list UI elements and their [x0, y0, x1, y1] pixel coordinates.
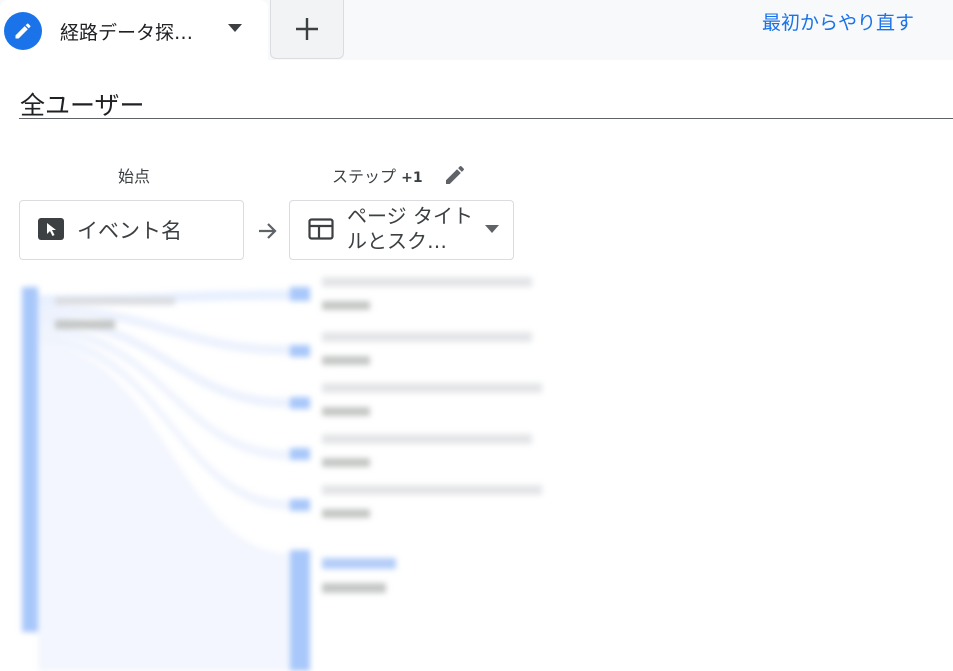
step-label-block-2 — [322, 332, 532, 342]
cursor-event-icon — [38, 218, 64, 240]
segment-title[interactable]: 全ユーザー — [20, 86, 145, 122]
pencil-icon-glyph — [15, 23, 31, 39]
step-label-block-4 — [322, 434, 532, 444]
more-value-block — [322, 583, 386, 593]
sankey-flows — [22, 277, 542, 671]
step-value-block-5 — [322, 509, 370, 518]
step-node-bar-more — [290, 550, 310, 671]
start-node-text-block — [55, 297, 175, 305]
plus-icon — [296, 18, 318, 40]
step-node-label: ページ タイトルとスク… — [347, 204, 473, 253]
edit-step-icon[interactable] — [443, 163, 467, 187]
step-node-selector[interactable]: ページ タイトルとスク… — [289, 200, 514, 260]
page-screen-icon — [308, 218, 334, 240]
start-node-selector[interactable]: イベント名 — [19, 200, 244, 260]
step-label-block-5 — [322, 485, 542, 495]
path-sankey-diagram — [0, 265, 953, 671]
step-dropdown-caret-icon — [485, 225, 499, 233]
tab-bar: 経路データ探… 最初からやり直す — [0, 0, 953, 60]
step-column-text: ステップ — [332, 167, 397, 186]
step-value-block-4 — [322, 458, 370, 467]
start-column-label: 始点 — [118, 167, 151, 186]
step-number: +1 — [401, 170, 423, 186]
step-label-block-3 — [322, 383, 542, 393]
step-column-label: ステップ +1 — [332, 163, 423, 187]
tab-dropdown-caret-icon[interactable] — [228, 24, 242, 32]
segment-divider — [19, 118, 953, 119]
step-value-block-2 — [322, 356, 370, 365]
step-node-bar-4 — [290, 448, 310, 460]
pencil-icon[interactable] — [4, 12, 42, 50]
step-value-block-3 — [322, 407, 370, 416]
tab-exploration[interactable]: 経路データ探… — [0, 0, 268, 60]
step-node-bar-5 — [290, 499, 310, 511]
restart-link[interactable]: 最初からやり直す — [762, 8, 914, 35]
step-node-bar-3 — [290, 397, 310, 409]
add-tab-button[interactable] — [270, 0, 344, 59]
flow-more — [38, 345, 290, 671]
step-value-block-1 — [322, 301, 370, 310]
start-node-value-block — [55, 320, 115, 329]
tab-title: 経路データ探… — [60, 22, 194, 44]
start-node-label: イベント名 — [77, 219, 182, 243]
more-label-block — [322, 558, 396, 569]
start-node-bar — [22, 287, 38, 632]
step-label-block-1 — [322, 277, 532, 287]
arrow-right-icon — [259, 223, 277, 239]
step-node-bar-2 — [290, 345, 310, 357]
step-node-bar-1 — [290, 287, 310, 301]
